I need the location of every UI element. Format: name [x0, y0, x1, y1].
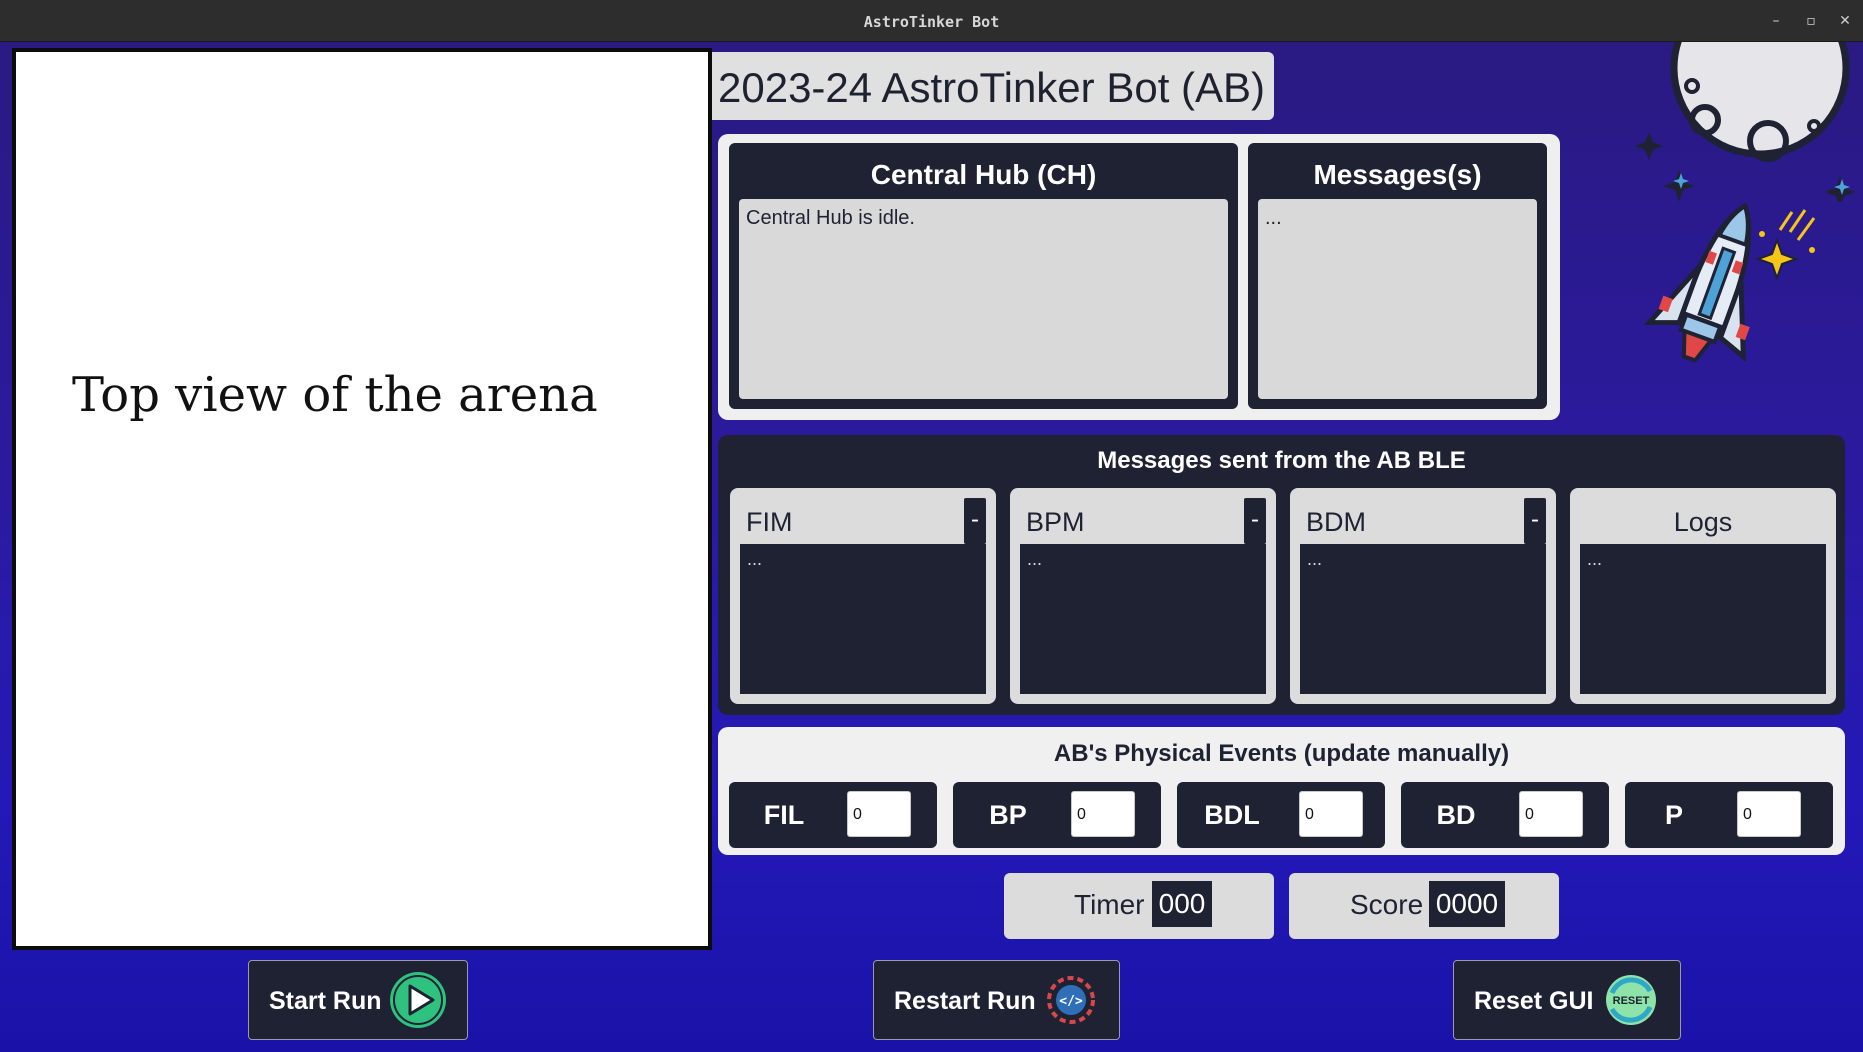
score-value: 0000 [1429, 881, 1505, 927]
ble-card-bdm: BDM - ... [1290, 488, 1556, 704]
reset-gui-button[interactable]: Reset GUI RESET [1453, 960, 1681, 1040]
app-window: Top view of the arena 2023-24 AstroTinke… [0, 42, 1863, 1052]
event-bd: BD 0 [1401, 782, 1609, 848]
ble-messages-panel: Messages sent from the AB BLE FIM - ... … [718, 435, 1845, 715]
event-label: BDL [1204, 800, 1260, 830]
physical-events-title: AB's Physical Events (update manually) [1053, 740, 1510, 767]
central-hub-panel: Central Hub (CH) Central Hub is idle. [729, 143, 1238, 409]
central-hub-title: Central Hub (CH) [870, 159, 1097, 190]
restart-run-button[interactable]: Restart Run </> [873, 960, 1120, 1040]
score-label: Score [1350, 889, 1424, 920]
timer-label: Timer [1074, 889, 1145, 920]
collapse-button[interactable]: - [964, 498, 986, 544]
ble-card-logs: Logs ... [1570, 488, 1836, 704]
svg-text:</>: </> [1059, 994, 1083, 1009]
moon-icon [1635, 42, 1856, 202]
ble-card-fim: FIM - ... [730, 488, 996, 704]
ble-card-output: ... [1300, 544, 1546, 694]
event-p-input[interactable]: 0 [1737, 791, 1801, 837]
physical-events-panel: AB's Physical Events (update manually) F… [718, 727, 1845, 855]
arena-view: Top view of the arena [12, 48, 712, 950]
event-fil: FIL 0 [729, 782, 937, 848]
event-bdl: BDL 0 [1177, 782, 1385, 848]
start-run-button[interactable]: Start Run [248, 960, 468, 1040]
event-label: P [1664, 800, 1683, 830]
messages-panel: Messages(s) ... [1248, 143, 1547, 409]
page-title-text: 2023-24 AstroTinker Bot (AB) [718, 64, 1266, 111]
code-gear-icon: </> [1047, 976, 1095, 1024]
score-display: Score 0000 [1289, 873, 1559, 939]
event-label: BP [989, 800, 1027, 830]
event-label: BD [1436, 800, 1476, 830]
timer-display: Timer 000 [1004, 873, 1274, 939]
messages-title: Messages(s) [1313, 159, 1482, 190]
ble-card-label: BDM [1306, 507, 1366, 537]
restart-run-label: Restart Run [894, 987, 1036, 1015]
arena-label: Top view of the arena [72, 367, 598, 423]
play-icon [390, 972, 446, 1028]
maximize-icon[interactable]: ▫ [1800, 10, 1822, 32]
event-bdl-input[interactable]: 0 [1299, 791, 1363, 837]
event-bd-input[interactable]: 0 [1519, 791, 1583, 837]
page-title: 2023-24 AstroTinker Bot (AB) [712, 52, 1274, 120]
window-title: AstroTinker Bot [863, 13, 1000, 31]
event-fil-input[interactable]: 0 [847, 791, 911, 837]
timer-value: 000 [1152, 881, 1212, 927]
event-bp: BP 0 [953, 782, 1161, 848]
rocket-icon [1643, 202, 1816, 363]
minimize-icon[interactable]: – [1765, 10, 1787, 32]
window-titlebar: AstroTinker Bot – ▫ ✕ [0, 0, 1863, 42]
reset-icon: RESET [1606, 975, 1656, 1025]
ble-card-output: ... [740, 544, 986, 694]
reset-gui-label: Reset GUI [1474, 987, 1594, 1015]
svg-text:RESET: RESET [1613, 995, 1650, 1007]
ble-card-bpm: BPM - ... [1010, 488, 1276, 704]
central-hub-frame: Central Hub (CH) Central Hub is idle. Me… [718, 134, 1560, 420]
event-label: FIL [763, 800, 805, 830]
central-hub-output: Central Hub is idle. [739, 199, 1228, 399]
ble-card-output: ... [1020, 544, 1266, 694]
ble-title: Messages sent from the AB BLE [1097, 447, 1466, 474]
ble-card-label: Logs [1673, 507, 1733, 537]
ble-card-label: BPM [1026, 507, 1085, 537]
collapse-button[interactable]: - [1524, 498, 1546, 544]
ble-card-label: FIM [746, 507, 793, 537]
ble-card-output: ... [1580, 544, 1826, 694]
event-bp-input[interactable]: 0 [1071, 791, 1135, 837]
event-p: P 0 [1625, 782, 1833, 848]
messages-output: ... [1258, 199, 1537, 399]
start-run-label: Start Run [269, 987, 382, 1015]
collapse-button[interactable]: - [1244, 498, 1266, 544]
close-icon[interactable]: ✕ [1834, 10, 1856, 32]
